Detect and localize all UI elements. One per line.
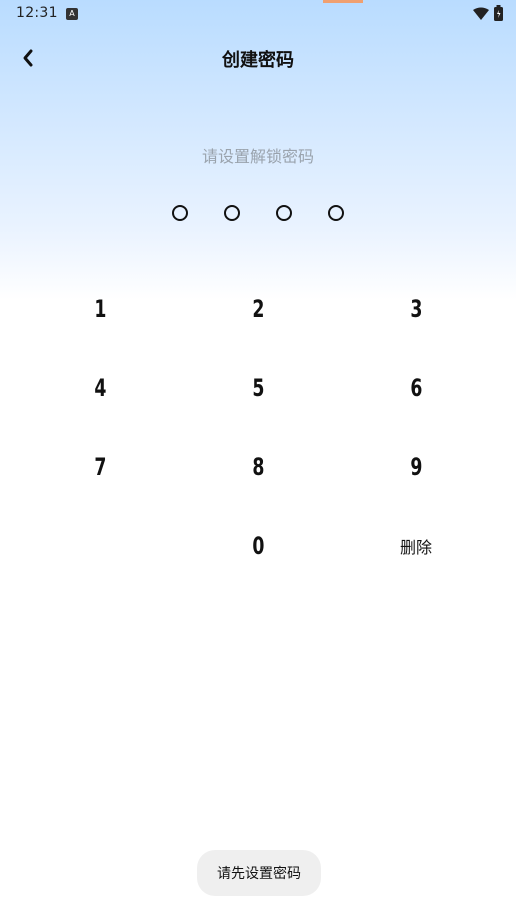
key-label: 0 bbox=[251, 532, 265, 560]
key-label: 7 bbox=[93, 453, 107, 481]
key-5[interactable]: 5 bbox=[198, 353, 318, 423]
key-label: 6 bbox=[409, 374, 423, 402]
key-7[interactable]: 7 bbox=[40, 432, 160, 502]
pin-dot bbox=[224, 205, 240, 221]
page-title: 创建密码 bbox=[222, 50, 294, 71]
key-2[interactable]: 2 bbox=[198, 274, 318, 344]
battery-icon bbox=[494, 5, 503, 21]
toast-message: 请先设置密码 bbox=[197, 850, 321, 896]
key-4[interactable]: 4 bbox=[40, 353, 160, 423]
app-notification-icon: A bbox=[66, 8, 78, 20]
delete-label: 删除 bbox=[399, 538, 432, 557]
key-label: 3 bbox=[409, 295, 423, 323]
delete-button[interactable]: 删除 bbox=[356, 511, 476, 581]
pin-dot bbox=[328, 205, 344, 221]
key-9[interactable]: 9 bbox=[356, 432, 476, 502]
key-6[interactable]: 6 bbox=[356, 353, 476, 423]
status-bar: 12:31 A bbox=[0, 0, 516, 28]
key-label: 1 bbox=[93, 295, 107, 323]
key-label: 2 bbox=[251, 295, 265, 323]
wifi-icon bbox=[473, 7, 489, 20]
key-0[interactable]: 0 bbox=[198, 511, 318, 581]
pin-dot bbox=[172, 205, 188, 221]
status-time: 12:31 bbox=[16, 5, 58, 21]
password-prompt: 请设置解锁密码 bbox=[201, 147, 314, 166]
key-label: 5 bbox=[251, 374, 265, 402]
status-indicator-bar bbox=[323, 0, 363, 3]
key-label: 8 bbox=[251, 453, 265, 481]
key-8[interactable]: 8 bbox=[198, 432, 318, 502]
key-label: 9 bbox=[409, 453, 423, 481]
pin-indicator bbox=[172, 205, 350, 225]
key-label: 4 bbox=[93, 374, 107, 402]
pin-dot bbox=[276, 205, 292, 221]
key-3[interactable]: 3 bbox=[356, 274, 476, 344]
key-1[interactable]: 1 bbox=[40, 274, 160, 344]
